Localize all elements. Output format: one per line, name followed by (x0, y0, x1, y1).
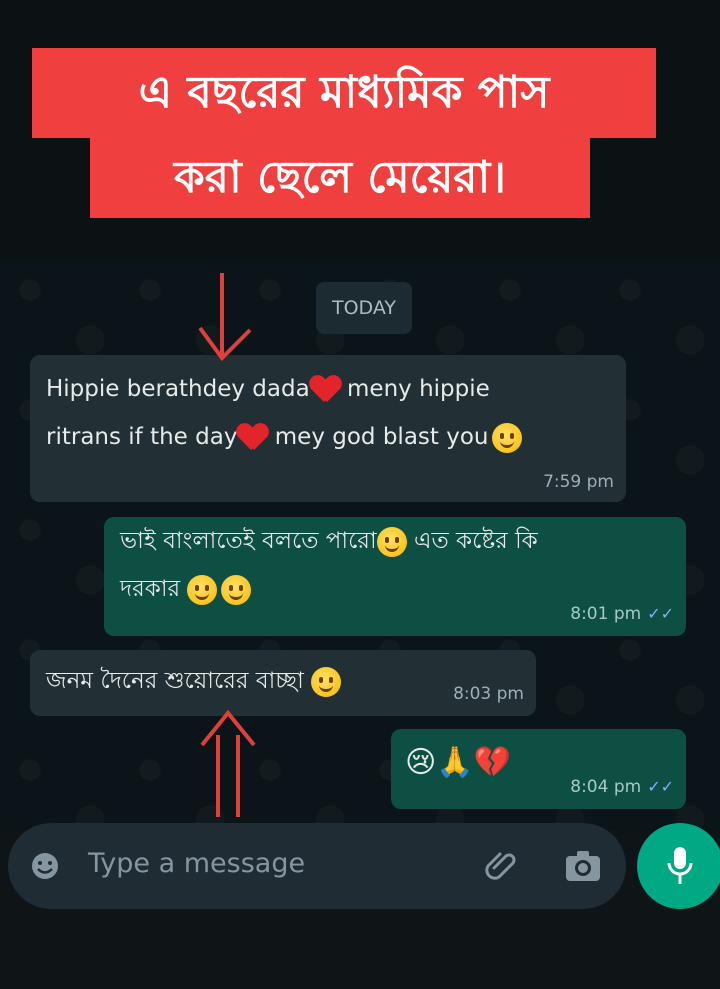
message-text-part: meny hippie (339, 376, 490, 402)
message-bubble-outgoing-2[interactable]: ভাই বাংলাতেই বলতে পারো এত কষ্টের কি দরকা… (104, 517, 686, 636)
message-bubble-outgoing-4[interactable]: 😢🙏💔 8:04 pm ✓✓ (391, 729, 686, 809)
smiling-face-icon (492, 422, 523, 453)
message-text: ভাই বাংলাতেই বলতে পারো এত কষ্টের কি দরকা… (120, 517, 680, 613)
read-ticks-icon: ✓✓ (647, 604, 674, 623)
message-time: 8:01 pm ✓✓ (570, 604, 674, 624)
message-text: জনম দৈনের শুয়োরের বাচ্ছা (46, 657, 446, 705)
bottom-band (0, 909, 720, 989)
mic-button[interactable] (637, 823, 720, 909)
red-heart-icon (237, 424, 267, 452)
message-time-text: 8:04 pm (570, 777, 642, 797)
message-time-text: 8:01 pm (570, 604, 642, 624)
attach-icon[interactable] (484, 848, 520, 884)
caption-line-1: এ বছরের মাধ্যমিক পাস (32, 48, 656, 138)
message-text-part: ritrans if the day (46, 424, 238, 450)
emoji-icon[interactable] (30, 851, 60, 881)
message-text: Hippie berathdey dada meny hippie ritran… (46, 365, 616, 461)
message-text-part: ভাই বাংলাতেই বলতে পারো (120, 528, 377, 554)
message-input-bar[interactable]: Type a message (8, 823, 626, 909)
message-input[interactable]: Type a message (88, 848, 305, 879)
message-emoji: 😢🙏💔 (405, 745, 511, 780)
red-arrow-down-annotation (198, 273, 252, 362)
read-ticks-icon: ✓✓ (647, 777, 674, 796)
message-text-part: দরকার (120, 576, 188, 602)
date-chip: TODAY (316, 282, 412, 334)
red-heart-icon (310, 376, 340, 404)
message-text-part: এত কষ্টের কি (406, 528, 538, 554)
camera-icon[interactable] (564, 848, 602, 884)
message-time: 8:03 pm (453, 684, 524, 704)
message-bubble-incoming-3[interactable]: জনম দৈনের শুয়োরের বাচ্ছা 8:03 pm (30, 650, 536, 716)
slightly-smiling-face-icon (376, 526, 407, 557)
slightly-smiling-face-icon (187, 574, 218, 605)
message-text-part: Hippie berathdey dada (46, 376, 310, 402)
mic-icon (667, 847, 693, 884)
caption-line-2: করা ছেলে মেয়েরা। (90, 138, 590, 218)
red-arrow-up-annotation (200, 709, 256, 817)
message-text-part: জনম দৈনের শুয়োরের বাচ্ছা (46, 668, 312, 694)
message-time: 7:59 pm (543, 472, 614, 492)
message-text-part: mey god blast you (267, 424, 489, 450)
slightly-smiling-face-icon (221, 574, 252, 605)
message-bubble-incoming-1[interactable]: Hippie berathdey dada meny hippie ritran… (30, 355, 626, 502)
smiling-face-icon (311, 666, 342, 697)
message-time: 8:04 pm ✓✓ (570, 777, 674, 797)
